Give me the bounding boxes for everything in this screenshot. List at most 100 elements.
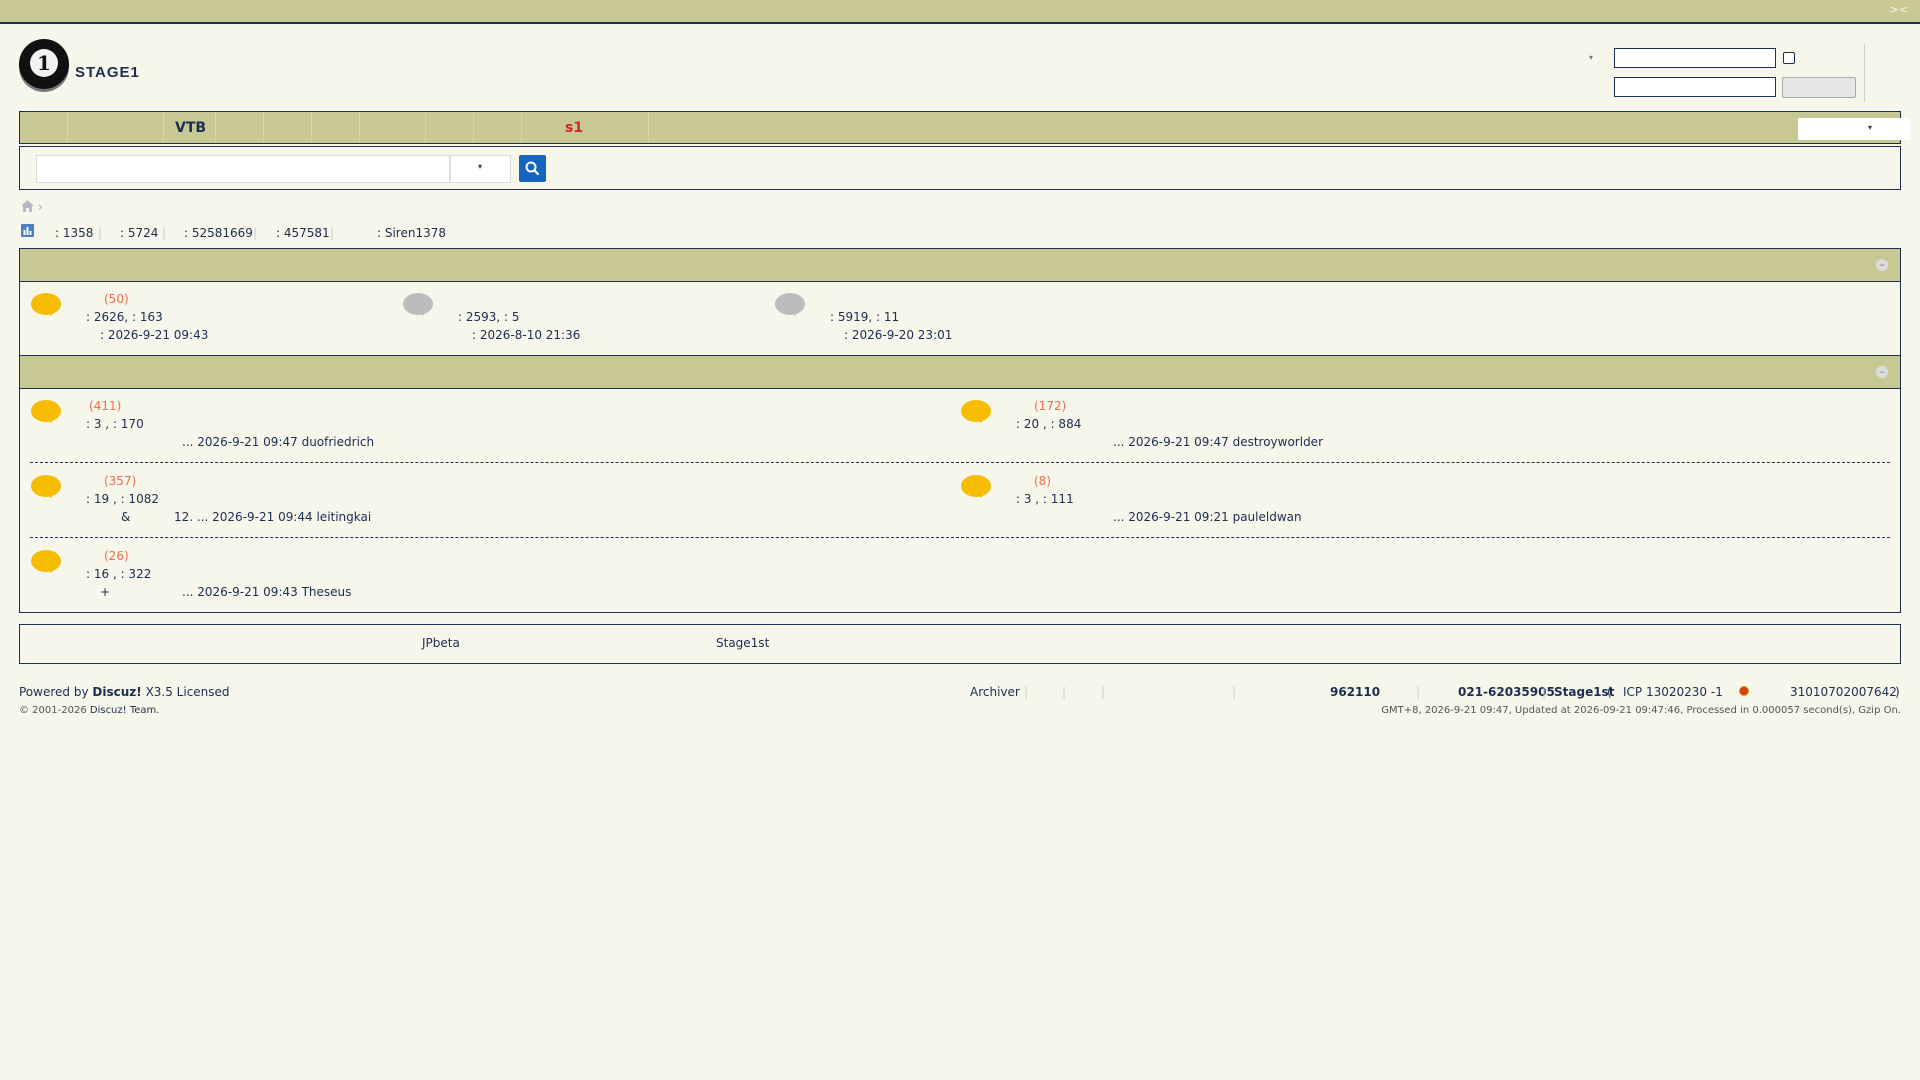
friend-link-jpbeta[interactable]: JPbeta — [422, 636, 460, 650]
search-input[interactable] — [36, 155, 450, 183]
stats-separator: | — [253, 226, 258, 240]
login-type-dropdown-caret[interactable]: ▾ — [1589, 53, 1593, 62]
search-scope-select[interactable]: ▾ — [450, 155, 511, 183]
forum-last-post[interactable]: ... 2026-9-21 09:21 pauleldwan — [1113, 510, 1302, 524]
footer-phone: 021-62035905 — [1458, 685, 1555, 699]
chevron-down-icon: ▾ — [478, 162, 483, 171]
style-switcher-select[interactable]: ▾ — [1798, 118, 1910, 140]
forum-group-header[interactable]: – — [20, 356, 1900, 389]
top-strip: >< — [0, 0, 1920, 24]
forum-no-new-posts-icon — [775, 293, 805, 316]
site-logo[interactable]: 1 STAGE1 — [19, 39, 159, 89]
remember-me-checkbox[interactable] — [1783, 52, 1795, 64]
nav-item-9[interactable] — [473, 112, 522, 143]
nav-item-1[interactable] — [20, 112, 68, 143]
forum-last-post[interactable]: : 2026-8-10 21:36 — [472, 328, 580, 342]
forum-stats: : 2593, : 5 — [458, 310, 520, 324]
version-label: X3.5 Licensed — [145, 685, 230, 699]
nav-item-7[interactable] — [359, 112, 426, 143]
logo-emblem: 1 — [19, 39, 69, 89]
police-badge-icon — [1739, 686, 1749, 696]
forum-last-post-prefix: + — [100, 585, 111, 599]
footer-icp-open: ( — [1607, 685, 1612, 699]
friend-link-stage1st[interactable]: Stage1st — [716, 636, 769, 650]
header-divider — [1864, 44, 1865, 102]
search-bar: ▾ — [19, 146, 1901, 190]
forum-stats: : 16 , : 322 — [86, 567, 152, 581]
login-button[interactable] — [1782, 77, 1856, 98]
forum-today-count: (172) — [1034, 399, 1067, 413]
archiver-link[interactable]: Archiver — [970, 685, 1020, 699]
footer-separator: | — [1101, 685, 1106, 699]
forum-last-post[interactable]: ... 2026-9-21 09:47 destroyworlder — [1113, 435, 1323, 449]
topbar-toggle-icon[interactable]: >< — [1890, 3, 1908, 16]
nav-item-8[interactable] — [425, 112, 474, 143]
forum-last-post[interactable]: : 2026-9-21 09:43 — [100, 328, 208, 342]
nav-item-6[interactable] — [311, 112, 360, 143]
copyright-label: © 2001-2026 — [19, 705, 87, 716]
nav-item-label: VTB — [175, 120, 207, 136]
search-icon — [525, 161, 540, 176]
forum-last-post[interactable]: 12. ... 2026-9-21 09:44 leitingkai — [174, 510, 371, 524]
stats-newest-member[interactable]: : Siren1378 — [377, 226, 446, 240]
friend-links: JPbeta Stage1st — [19, 624, 1901, 664]
nav-item-5[interactable] — [263, 112, 312, 143]
forum-last-post[interactable]: : 2026-9-20 23:01 — [844, 328, 952, 342]
footer-timing: GMT+8, 2026-9-21 09:47, Updated at 2026-… — [1381, 705, 1901, 716]
stats-yesterday: : 5724 — [120, 226, 159, 240]
forum-new-posts-icon — [31, 550, 61, 573]
stats-today: : 1358 — [55, 226, 94, 240]
footer-separator: | — [1416, 685, 1421, 699]
forum-today-count: (411) — [89, 399, 122, 413]
search-button[interactable] — [519, 155, 546, 182]
powered-by-label: Powered by — [19, 685, 89, 699]
discuz-team-link[interactable]: Discuz! Team. — [90, 705, 160, 716]
breadcrumb: › — [21, 200, 43, 214]
footer-site-name[interactable]: Stage1st — [1554, 685, 1614, 699]
logo-text: STAGE1 — [75, 64, 140, 81]
forum-last-post[interactable]: ... 2026-9-21 09:47 duofriedrich — [182, 435, 374, 449]
forum-today-count: (26) — [104, 549, 129, 563]
stats-members: : 457581 — [276, 226, 330, 240]
stats-separator: | — [330, 226, 335, 240]
forum-stats: : 5919, : 11 — [830, 310, 900, 324]
nav-item-2[interactable] — [67, 112, 164, 143]
footer-separator: | — [1542, 685, 1547, 699]
forum-today-count: (357) — [104, 474, 137, 488]
username-input[interactable] — [1614, 48, 1776, 68]
nav-item-4[interactable] — [215, 112, 264, 143]
stats-posts: : 52581669 — [184, 226, 253, 240]
footer-powered-by: Powered by Discuz! X3.5 Licensed — [19, 685, 230, 699]
forum-stats: : 2626, : 163 — [86, 310, 163, 324]
footer-separator: | — [1232, 685, 1237, 699]
collapse-icon[interactable]: – — [1876, 259, 1888, 271]
discuz-link[interactable]: Discuz! — [92, 685, 141, 699]
nav-item-s1[interactable]: s1 — [521, 112, 649, 143]
chevron-down-icon: ▾ — [1867, 123, 1872, 132]
breadcrumb-separator: › — [37, 200, 43, 214]
forum-stats: : 3 , : 111 — [1016, 492, 1074, 506]
forum-today-count: (50) — [104, 292, 129, 306]
forum-group-header[interactable]: – — [20, 249, 1900, 282]
forum-new-posts-icon — [961, 475, 991, 498]
footer-separator: | — [1062, 685, 1067, 699]
forum-today-count: (8) — [1034, 474, 1051, 488]
forum-no-new-posts-icon — [403, 293, 433, 316]
row-divider — [30, 537, 1890, 538]
forum-last-post[interactable]: ... 2026-9-21 09:43 Theseus — [182, 585, 351, 599]
nav-item-vtb[interactable]: VTB — [163, 112, 216, 143]
footer-police-number[interactable]: 31010702007642 — [1790, 685, 1897, 699]
footer-phone-short: 962110 — [1330, 685, 1381, 699]
forum-new-posts-icon — [31, 400, 61, 423]
forum-stats: : 3 , : 170 — [86, 417, 144, 431]
collapse-icon[interactable]: – — [1876, 366, 1888, 378]
home-icon[interactable] — [21, 200, 34, 212]
password-input[interactable] — [1614, 77, 1776, 97]
forum-stats: : 19 , : 1082 — [86, 492, 159, 506]
footer-icp[interactable]: ICP 13020230 -1 — [1623, 685, 1723, 699]
main-nav: VTB s1 ▾ — [19, 111, 1910, 144]
nav-item-label: s1 — [565, 120, 584, 136]
footer-icp-close: ) — [1895, 685, 1900, 699]
forum-stats: : 20 , : 884 — [1016, 417, 1082, 431]
row-divider — [30, 462, 1890, 463]
